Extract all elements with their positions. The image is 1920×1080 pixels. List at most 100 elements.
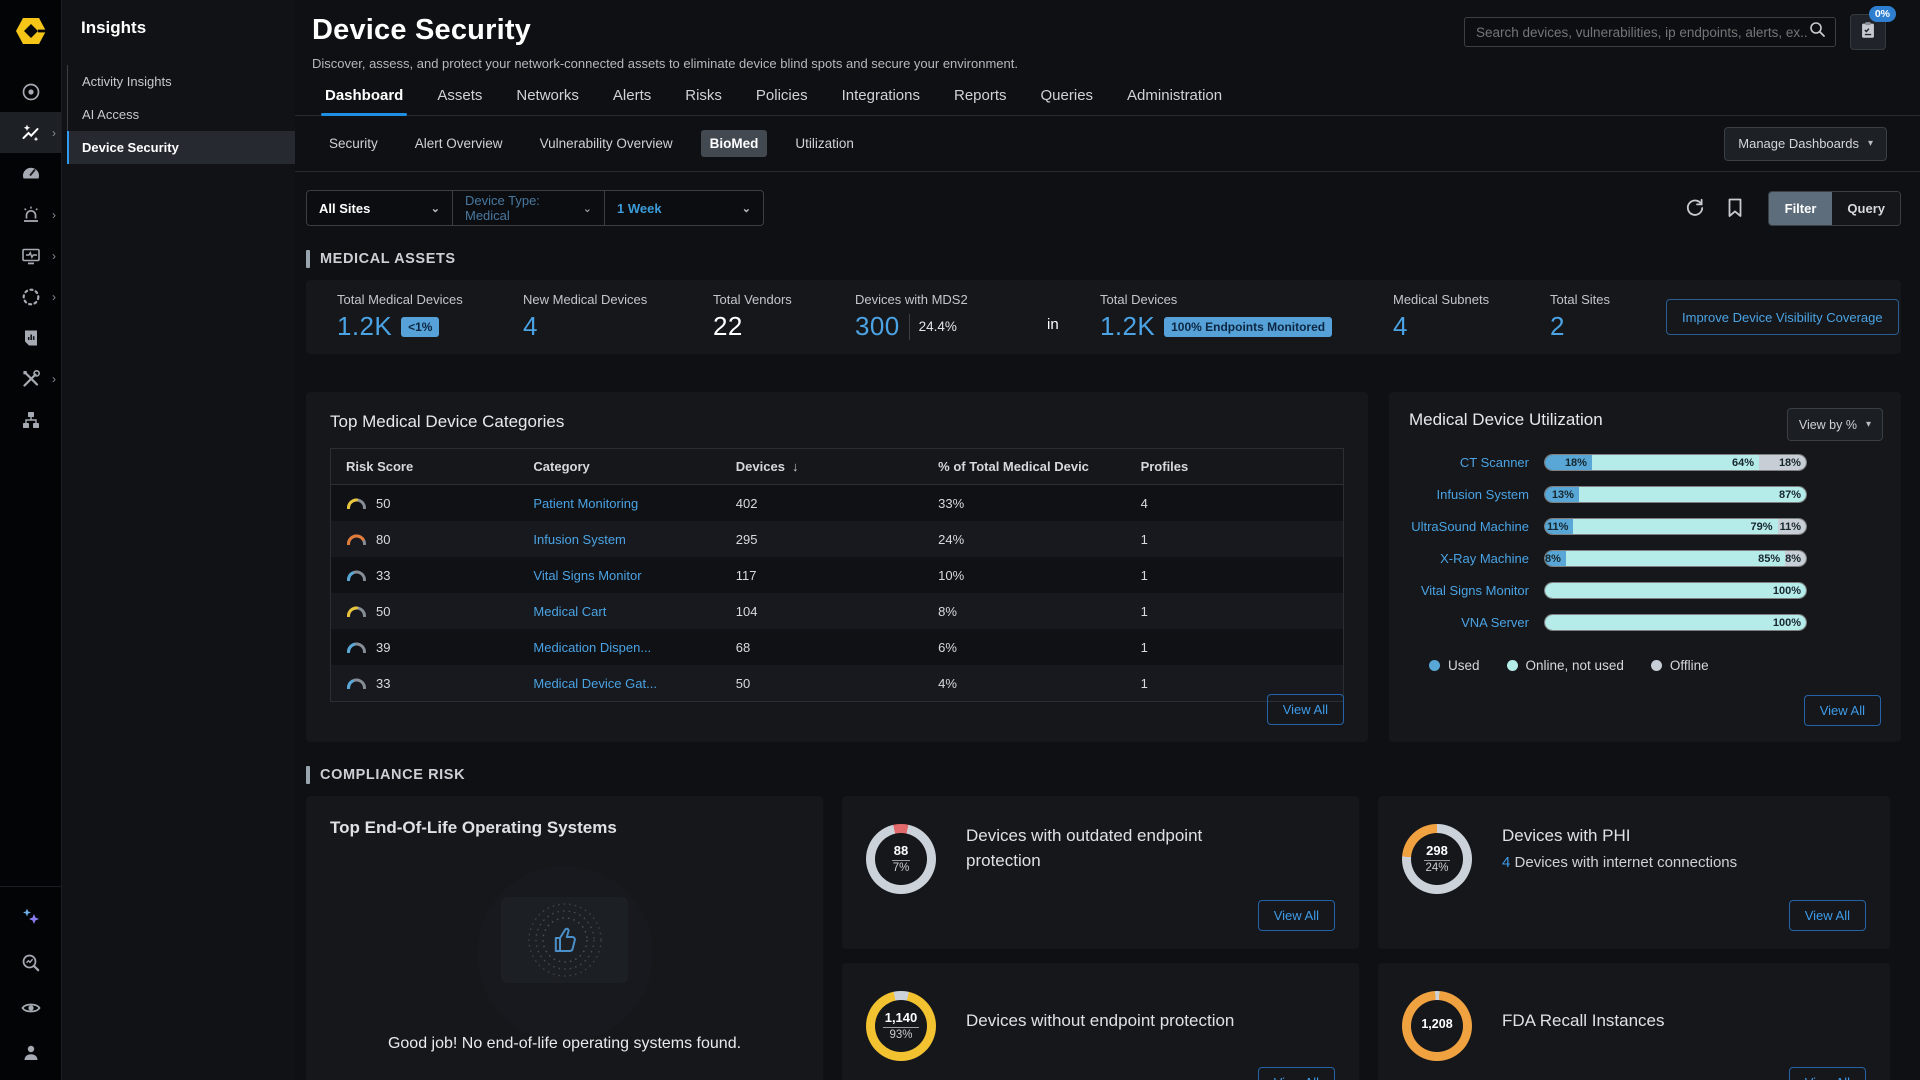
rail-item-monitoring[interactable]: ›	[0, 235, 61, 276]
card-title: Devices with PHI	[1502, 824, 1737, 849]
medical-assets-section-header: MEDICAL ASSETS	[306, 250, 1901, 268]
card-subtitle: 4 Devices with internet connections	[1502, 854, 1737, 871]
chevron-down-icon: ⌄	[583, 202, 592, 215]
category-link[interactable]: Infusion System	[533, 532, 626, 547]
table-row: 39 Medication Dispen... 68 6% 1	[331, 629, 1343, 665]
bar-segment: 79%	[1573, 519, 1777, 534]
tab-risks[interactable]: Risks	[685, 87, 722, 115]
stat-new-medical-devices: New Medical Devices 4	[523, 292, 713, 342]
donut-center: 88 7%	[866, 824, 936, 894]
sidebar-item-device-security[interactable]: Device Security	[67, 131, 295, 164]
panels-row: Top Medical Device Categories Risk Score…	[306, 392, 1901, 742]
rail-item-insights[interactable]: ›	[0, 112, 61, 153]
rail-item-ai[interactable]	[0, 899, 61, 937]
tab-queries[interactable]: Queries	[1041, 87, 1094, 115]
rail-item-visibility[interactable]	[0, 989, 61, 1027]
endpoints-monitored-badge: 100% Endpoints Monitored	[1164, 317, 1332, 337]
view-all-button[interactable]: View All	[1789, 1067, 1866, 1080]
site-filter-dropdown[interactable]: All Sites⌄	[307, 191, 453, 225]
tab-networks[interactable]: Networks	[516, 87, 579, 115]
tab-policies[interactable]: Policies	[756, 87, 808, 115]
stat-devices-with-mds2: Devices with MDS2 30024.4%	[855, 292, 1047, 342]
stacked-bar: 8%85%8%	[1544, 550, 1807, 567]
legend-item-online-not-used: Online, not used	[1507, 658, 1624, 673]
view-all-button[interactable]: View All	[1258, 1067, 1335, 1080]
tab-administration[interactable]: Administration	[1127, 87, 1222, 115]
tab-reports[interactable]: Reports	[954, 87, 1007, 115]
rail-item-user[interactable]	[0, 1034, 61, 1072]
caret-down-icon: ▾	[1868, 138, 1873, 149]
risk-gauge-icon	[346, 641, 367, 653]
view-by-dropdown[interactable]: View by %▾	[1787, 408, 1883, 441]
category-link[interactable]: Vital Signs Monitor	[533, 568, 641, 583]
rail-item-discovery[interactable]	[0, 71, 61, 112]
subtab-security[interactable]: Security	[320, 130, 387, 157]
bookmark-icon[interactable]	[1725, 197, 1745, 219]
query-mode-button[interactable]: Query	[1832, 192, 1900, 225]
search-input[interactable]	[1474, 24, 1809, 41]
utilization-row: X-Ray Machine 8%85%8%	[1409, 550, 1881, 567]
rail-item-tools[interactable]: ›	[0, 358, 61, 399]
stat-total-devices: Total Devices 1.2K100% Endpoints Monitor…	[1100, 292, 1393, 342]
section-accent-bar	[306, 766, 310, 784]
subtab-biomed[interactable]: BioMed	[701, 130, 768, 157]
manage-dashboards-button[interactable]: Manage Dashboards ▾	[1724, 127, 1887, 161]
card-info: Devices without endpoint protection	[966, 987, 1234, 1034]
sidebar-rail: › › › › ›	[0, 0, 62, 1080]
rail-item-dashboards[interactable]	[0, 153, 61, 194]
sidebar-item-ai-access[interactable]: AI Access	[68, 98, 295, 131]
subtab-alert-overview[interactable]: Alert Overview	[406, 130, 512, 157]
device-type-link[interactable]: X-Ray Machine	[1409, 551, 1529, 566]
improve-visibility-button[interactable]: Improve Device Visibility Coverage	[1666, 299, 1899, 335]
view-all-button[interactable]: View All	[1258, 900, 1335, 931]
rail-item-integrations[interactable]: ›	[0, 276, 61, 317]
sidebar-item-activity-insights[interactable]: Activity Insights	[68, 65, 295, 98]
coverage-badge: 0%	[1869, 6, 1896, 22]
section-title: COMPLIANCE RISK	[320, 767, 465, 783]
sort-descending-icon[interactable]: ↓	[792, 459, 799, 474]
view-all-button[interactable]: View All	[1267, 694, 1344, 725]
filter-query-toggle: Filter Query	[1768, 191, 1901, 226]
category-link[interactable]: Medical Device Gat...	[533, 676, 657, 691]
device-type-link[interactable]: Infusion System	[1409, 487, 1529, 502]
rail-item-network-topology[interactable]	[0, 399, 61, 440]
bar-segment: 13%	[1545, 487, 1579, 502]
coverage-checklist-button[interactable]: 0%	[1850, 14, 1886, 50]
time-range-filter-dropdown[interactable]: 1 Week⌄	[605, 191, 763, 225]
tab-assets[interactable]: Assets	[437, 87, 482, 115]
category-link[interactable]: Patient Monitoring	[533, 496, 638, 511]
global-search[interactable]	[1464, 17, 1836, 47]
category-link[interactable]: Medication Dispen...	[533, 640, 651, 655]
rail-item-reports[interactable]	[0, 317, 61, 358]
rail-item-investigate[interactable]	[0, 944, 61, 982]
bar-segment: 100%	[1545, 583, 1806, 598]
device-type-link[interactable]: CT Scanner	[1409, 455, 1529, 470]
section-title: MEDICAL ASSETS	[320, 251, 456, 267]
armis-logo	[13, 13, 49, 49]
dashboard-subtabs: Security Alert Overview Vulnerability Ov…	[295, 116, 1920, 172]
tab-integrations[interactable]: Integrations	[842, 87, 920, 115]
view-all-button[interactable]: View All	[1789, 900, 1866, 931]
table-header-row: Risk Score Category Devices↓ % of Total …	[331, 449, 1343, 485]
device-type-link[interactable]: Vital Signs Monitor	[1409, 583, 1529, 598]
dashboard-body: All Sites⌄ Device Type: Medical⌄ 1 Week⌄…	[295, 172, 1920, 1080]
subtab-utilization[interactable]: Utilization	[786, 130, 863, 157]
category-link[interactable]: Medical Cart	[533, 604, 606, 619]
search-icon[interactable]	[1809, 21, 1826, 43]
table-row: 33 Medical Device Gat... 50 4% 1	[331, 665, 1343, 701]
view-all-button[interactable]: View All	[1804, 695, 1881, 726]
filter-mode-button[interactable]: Filter	[1769, 192, 1833, 225]
utilization-row: UltraSound Machine11%79%11%	[1409, 518, 1881, 535]
tab-alerts[interactable]: Alerts	[613, 87, 651, 115]
tab-dashboard[interactable]: Dashboard	[325, 87, 403, 115]
device-type-link[interactable]: VNA Server	[1409, 615, 1529, 630]
target-icon	[20, 81, 42, 103]
table-row: 33 Vital Signs Monitor 117 10% 1	[331, 557, 1343, 593]
device-type-filter-dropdown[interactable]: Device Type: Medical⌄	[453, 191, 605, 225]
device-type-link[interactable]: UltraSound Machine	[1409, 519, 1529, 534]
subtab-vulnerability-overview[interactable]: Vulnerability Overview	[531, 130, 682, 157]
utilization-row: VNA Server100%	[1409, 614, 1881, 631]
compliance-risk-section-header: COMPLIANCE RISK	[306, 766, 1901, 784]
refresh-icon[interactable]	[1684, 197, 1706, 219]
rail-item-alerts[interactable]: ›	[0, 194, 61, 235]
